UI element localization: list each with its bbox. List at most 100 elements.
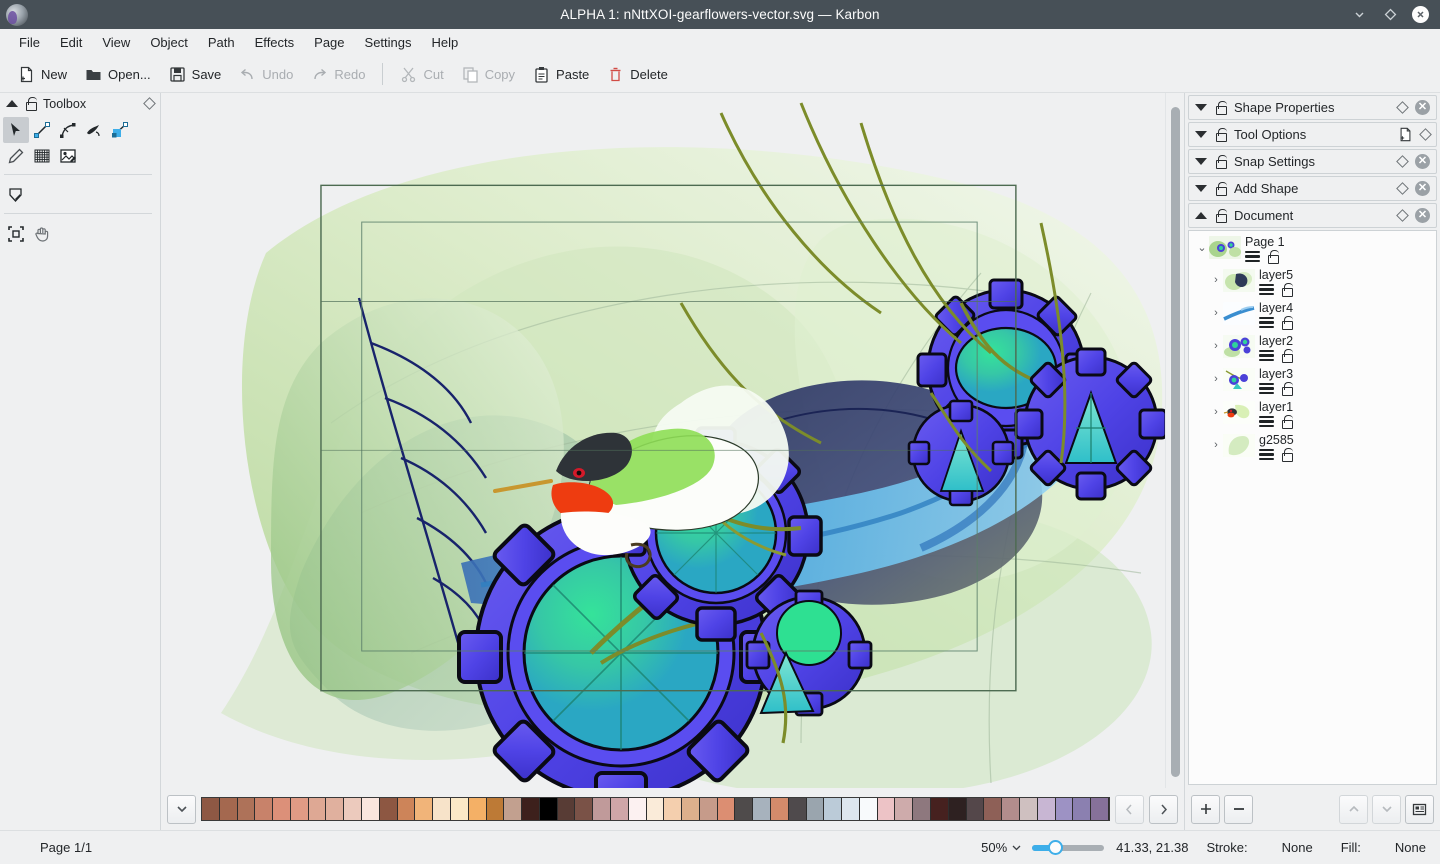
- float-diamond-icon[interactable]: [1419, 128, 1432, 141]
- palette-swatch[interactable]: [789, 798, 807, 820]
- palette-swatch[interactable]: [647, 798, 665, 820]
- palette-swatch[interactable]: [753, 798, 771, 820]
- remove-layer-icon[interactable]: [1224, 795, 1253, 824]
- expander-icon[interactable]: ›: [1209, 400, 1223, 418]
- tree-row-g2585[interactable]: › g2585: [1189, 433, 1436, 466]
- palette-swatch[interactable]: [949, 798, 967, 820]
- pencil-tool[interactable]: [3, 143, 29, 169]
- expand-caret-icon[interactable]: [1195, 185, 1207, 192]
- image-edit-tool[interactable]: [55, 143, 81, 169]
- fill-value[interactable]: None: [1395, 840, 1426, 855]
- tree-row-layer5[interactable]: › layer5: [1189, 268, 1436, 301]
- collapse-caret-icon[interactable]: [6, 100, 18, 107]
- palette-swatch[interactable]: [238, 798, 256, 820]
- palette-swatch[interactable]: [522, 798, 540, 820]
- tree-row-layer4[interactable]: › layer4: [1189, 301, 1436, 334]
- palette-swatch[interactable]: [1056, 798, 1074, 820]
- panel-snap-settings-header[interactable]: Snap Settings ✕: [1188, 149, 1437, 174]
- select-tool[interactable]: [3, 117, 29, 143]
- palette-swatch[interactable]: [451, 798, 469, 820]
- redo-button[interactable]: Redo: [303, 62, 373, 87]
- palette-swatch[interactable]: [558, 798, 576, 820]
- lock-icon[interactable]: [1215, 182, 1226, 195]
- float-diamond-icon[interactable]: [1396, 182, 1409, 195]
- palette-swatch[interactable]: [593, 798, 611, 820]
- new-document-icon[interactable]: [1398, 127, 1413, 142]
- palette-swatch[interactable]: [255, 798, 273, 820]
- chevron-down-icon[interactable]: [1011, 842, 1022, 853]
- menu-settings[interactable]: Settings: [355, 32, 422, 53]
- layer-visibility-icon[interactable]: [1259, 284, 1274, 295]
- menu-view[interactable]: View: [92, 32, 140, 53]
- new-button[interactable]: New: [10, 62, 75, 87]
- palette-swatch[interactable]: [433, 798, 451, 820]
- layer-lock-icon[interactable]: [1281, 349, 1292, 362]
- palette-swatch[interactable]: [895, 798, 913, 820]
- document-tree-body[interactable]: ⌄ Page 1 ›: [1188, 230, 1437, 785]
- canvas-scroll-thumb[interactable]: [1171, 107, 1180, 777]
- expand-caret-icon[interactable]: [1195, 131, 1207, 138]
- node-edit-tool[interactable]: [55, 117, 81, 143]
- lock-icon[interactable]: [25, 97, 36, 110]
- palette-swatch[interactable]: [380, 798, 398, 820]
- panel-snap-settings[interactable]: Snap Settings ✕: [1188, 149, 1437, 174]
- pan-hand-tool[interactable]: [29, 221, 55, 247]
- layer-visibility-icon[interactable]: [1259, 350, 1274, 361]
- palette-swatch[interactable]: [878, 798, 896, 820]
- close-icon[interactable]: ✕: [1415, 181, 1430, 196]
- open-button[interactable]: Open...: [77, 62, 159, 87]
- zoom-slider[interactable]: [1032, 840, 1104, 856]
- next-colors-icon[interactable]: [1149, 795, 1178, 824]
- expander-icon[interactable]: ›: [1209, 433, 1223, 451]
- palette-swatch[interactable]: [540, 798, 558, 820]
- float-diamond-icon[interactable]: [1396, 209, 1409, 222]
- layer-lock-icon[interactable]: [1267, 250, 1278, 263]
- cut-button[interactable]: Cut: [392, 62, 451, 87]
- zoom-select-tool[interactable]: [3, 221, 29, 247]
- palette-swatch[interactable]: [309, 798, 327, 820]
- float-diamond-icon[interactable]: [1396, 101, 1409, 114]
- layer-lock-icon[interactable]: [1281, 382, 1292, 395]
- add-layer-icon[interactable]: [1191, 795, 1220, 824]
- gradient-tool[interactable]: [107, 117, 133, 143]
- close-icon[interactable]: ✕: [1415, 208, 1430, 223]
- menu-effects[interactable]: Effects: [245, 32, 305, 53]
- layer-lock-icon[interactable]: [1281, 316, 1292, 329]
- menu-file[interactable]: File: [9, 32, 50, 53]
- palette-chooser-icon[interactable]: [167, 795, 196, 824]
- expand-caret-icon[interactable]: [1195, 104, 1207, 111]
- drawing-canvas[interactable]: [161, 93, 1184, 788]
- palette-swatch[interactable]: [575, 798, 593, 820]
- expander-icon[interactable]: ›: [1209, 301, 1223, 319]
- paste-button[interactable]: Paste: [525, 62, 597, 87]
- expander-icon[interactable]: ⌄: [1195, 235, 1209, 254]
- pattern-grid-tool[interactable]: [29, 143, 55, 169]
- tree-row-layer3[interactable]: › layer3: [1189, 367, 1436, 400]
- palette-swatch[interactable]: [220, 798, 238, 820]
- palette-swatch[interactable]: [487, 798, 505, 820]
- panel-tool-options-header[interactable]: Tool Options: [1188, 122, 1437, 147]
- panel-document-header[interactable]: Document ✕: [1188, 203, 1437, 228]
- panel-shape-properties[interactable]: Shape Properties ✕: [1188, 95, 1437, 120]
- layer-lock-icon[interactable]: [1281, 283, 1292, 296]
- zoom-slider-handle[interactable]: [1048, 840, 1063, 855]
- zoom-combo[interactable]: 50%: [981, 840, 1022, 855]
- panel-document[interactable]: Document ✕: [1188, 203, 1437, 228]
- palette-swatch[interactable]: [1002, 798, 1020, 820]
- palette-swatch[interactable]: [469, 798, 487, 820]
- palette-swatch[interactable]: [1038, 798, 1056, 820]
- panel-tool-options[interactable]: Tool Options: [1188, 122, 1437, 147]
- palette-swatch[interactable]: [202, 798, 220, 820]
- menu-object[interactable]: Object: [140, 32, 198, 53]
- panel-add-shape[interactable]: Add Shape ✕: [1188, 176, 1437, 201]
- palette-swatch[interactable]: [611, 798, 629, 820]
- layer-visibility-icon[interactable]: [1259, 383, 1274, 394]
- copy-button[interactable]: Copy: [454, 62, 523, 87]
- layer-visibility-icon[interactable]: [1259, 416, 1274, 427]
- palette-swatch[interactable]: [362, 798, 380, 820]
- palette-swatch[interactable]: [273, 798, 291, 820]
- fill-shape-tool[interactable]: [3, 182, 29, 208]
- layer-lock-icon[interactable]: [1281, 448, 1292, 461]
- expander-icon[interactable]: ›: [1209, 334, 1223, 352]
- menu-path[interactable]: Path: [198, 32, 245, 53]
